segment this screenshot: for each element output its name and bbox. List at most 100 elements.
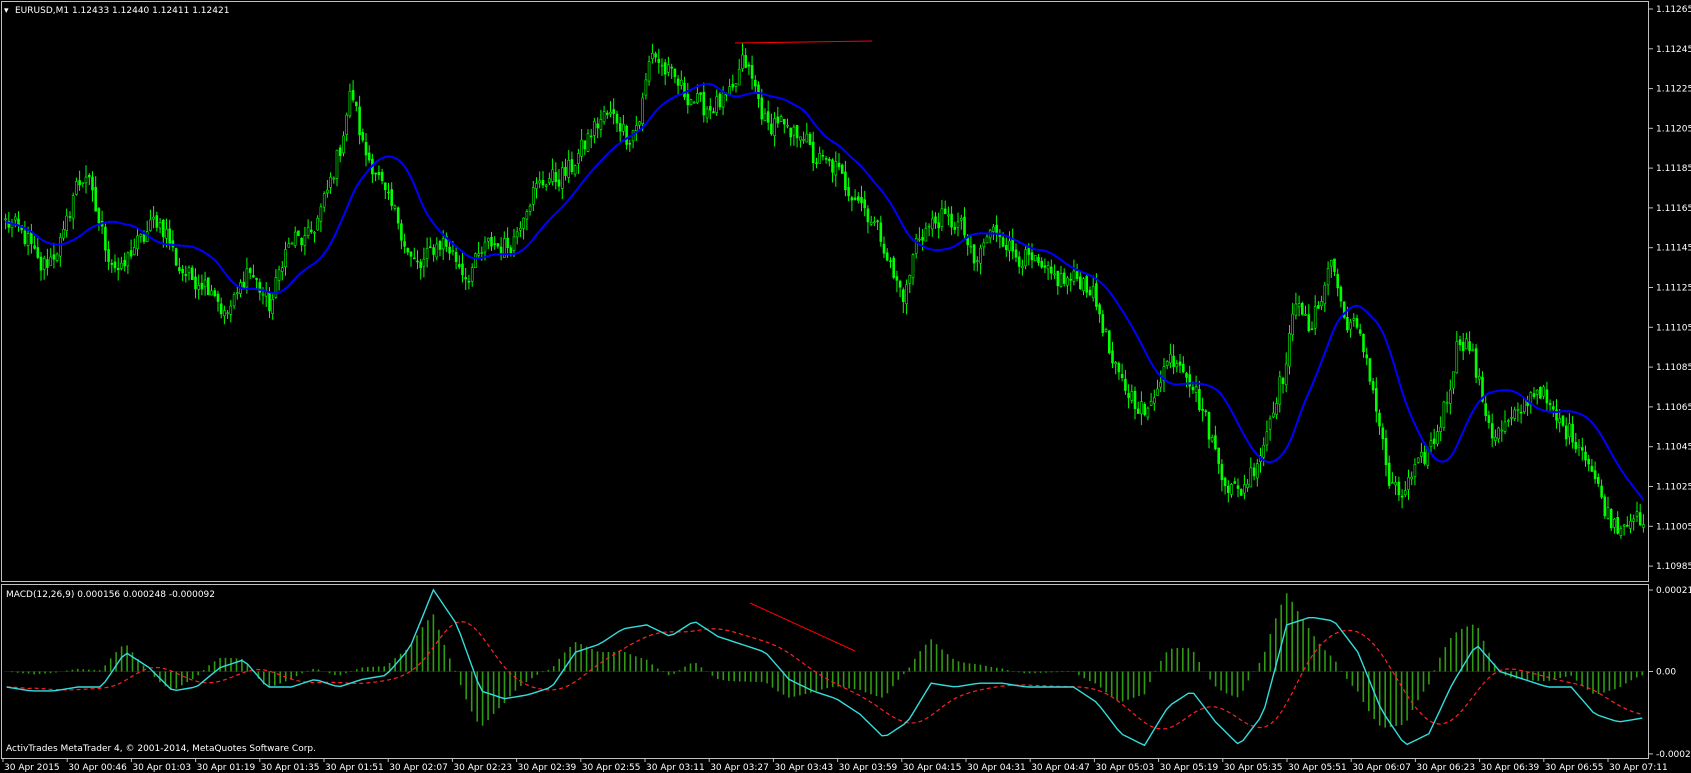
candle-body [1326, 267, 1330, 286]
candle-body [1626, 524, 1629, 527]
candle-body [1124, 378, 1127, 391]
price-tick-label: 1.11105 [1656, 323, 1691, 333]
candle-body [548, 178, 551, 183]
candle-body [586, 133, 590, 152]
candle-body [995, 224, 998, 234]
candle-body [81, 182, 85, 184]
candle-body [155, 215, 159, 228]
candle-body [992, 226, 995, 232]
candle-body [1214, 435, 1217, 450]
time-tick-label: 30 Apr 06:39 [1481, 763, 1540, 773]
candle-body [1256, 463, 1259, 479]
candle-body [1629, 520, 1632, 529]
price-tick-label: 1.11145 [1656, 244, 1691, 254]
candle-body [226, 312, 229, 315]
price-tick-label: 1.10985 [1656, 562, 1691, 572]
candle-body [940, 208, 944, 227]
candle-body [4, 218, 7, 221]
candle-body [1581, 447, 1584, 451]
candle-body [1375, 388, 1378, 412]
candle-body [679, 80, 683, 86]
candle-body [634, 125, 638, 131]
candle-body [1339, 286, 1343, 302]
candle-body [506, 237, 509, 248]
candle-body [290, 242, 294, 245]
candle-body [757, 84, 760, 99]
candle-body [541, 180, 545, 186]
time-tick-label: 30 Apr 05:03 [1095, 763, 1154, 773]
price-tick-label: 1.11005 [1656, 522, 1691, 532]
candle-body [705, 108, 709, 119]
candle-body [663, 62, 667, 75]
candle-body [1104, 328, 1108, 332]
candle-body [686, 93, 690, 106]
candle-body [425, 248, 429, 259]
time-tick-label: 30 Apr 01:03 [132, 763, 191, 773]
candle-body [1323, 284, 1327, 305]
candle-body [1201, 408, 1204, 411]
candle-body [1030, 252, 1034, 261]
candle-body [734, 83, 738, 87]
candle-body [91, 176, 94, 191]
candle-body [908, 274, 912, 284]
candle-body [850, 197, 854, 201]
time-tick-label: 30 Apr 05:19 [1160, 763, 1219, 773]
candle-body [1436, 431, 1439, 445]
candle-body [1004, 245, 1008, 251]
candle-body [1024, 249, 1027, 267]
candle-body [1079, 276, 1082, 289]
candle-body [94, 187, 97, 212]
candle-body [1564, 425, 1568, 440]
candle-body [1503, 421, 1507, 432]
candle-body [313, 232, 316, 234]
moving-average-line [5, 82, 1645, 501]
candle-body [1500, 429, 1504, 432]
candle-body [1471, 349, 1475, 352]
time-tick-label: 30 Apr 02:23 [453, 763, 512, 773]
candle-body [1059, 273, 1063, 287]
candle-body [1458, 339, 1462, 346]
candle-body [435, 243, 439, 258]
candle-body [207, 277, 210, 296]
candle-body [345, 114, 349, 135]
candle-body [187, 267, 191, 274]
candle-body [696, 93, 699, 103]
candle-body [741, 54, 744, 69]
candle-body [895, 276, 899, 281]
candle-body [49, 256, 53, 266]
candle-body [947, 214, 950, 217]
candle-body [892, 257, 896, 278]
time-tick-label: 30 Apr 07:11 [1609, 763, 1668, 773]
copyright-text: ActivTrades MetaTrader 4, © 2001-2014, M… [6, 744, 316, 754]
candle-body [474, 253, 477, 268]
candle-body [65, 215, 68, 231]
candle-body [805, 133, 809, 143]
candle-body [943, 208, 947, 215]
candle-body [1468, 341, 1471, 351]
candle-body [1227, 485, 1230, 493]
price-tick-label: 1.11065 [1656, 403, 1691, 413]
candle-body [113, 261, 117, 269]
candle-body [165, 228, 168, 239]
candle-body [396, 207, 400, 224]
candle-body [1198, 389, 1201, 411]
candle-body [1420, 452, 1423, 457]
candle-body [1381, 427, 1385, 440]
candle-body [1519, 411, 1523, 414]
candle-body [496, 243, 500, 247]
candle-body [1294, 303, 1298, 316]
time-tick-label: 30 Apr 02:39 [518, 763, 577, 773]
candle-body [638, 121, 641, 126]
candle-body [1130, 391, 1134, 401]
candle-body [1021, 265, 1024, 269]
candle-body [1272, 412, 1275, 418]
candle-body [1455, 341, 1459, 374]
candle-body [142, 234, 146, 242]
candle-body [721, 91, 725, 108]
macd-tick-label: 0.00 [1656, 668, 1676, 678]
candle-body [1619, 528, 1623, 536]
price-tick-label: 1.11045 [1656, 443, 1691, 453]
collapse-triangle-icon[interactable]: ▾ [4, 6, 9, 16]
candle-body [1384, 437, 1388, 465]
candle-body [1291, 313, 1294, 336]
